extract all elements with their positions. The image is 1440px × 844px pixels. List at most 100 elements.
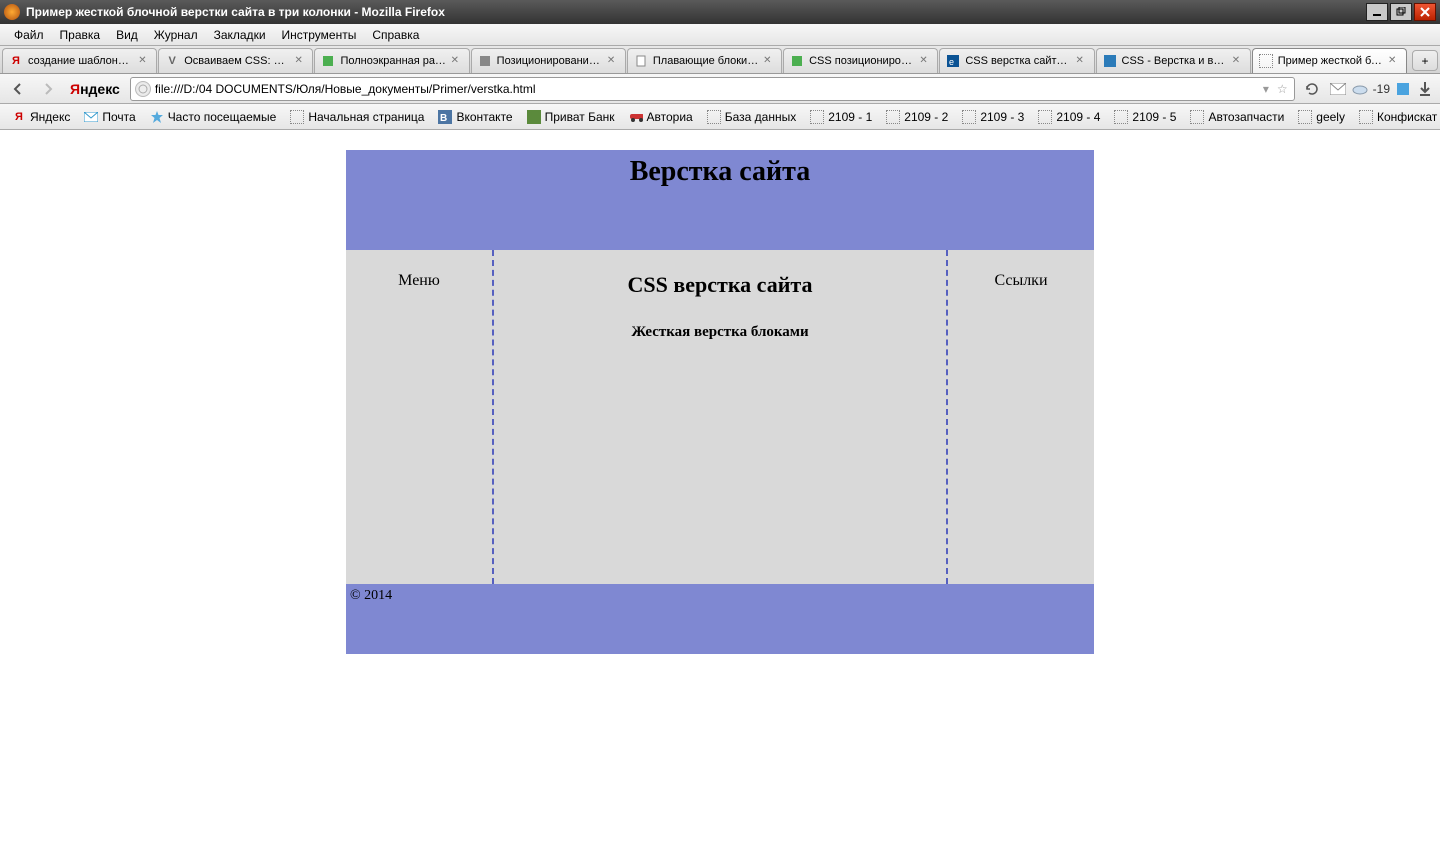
svg-text:B: B — [440, 113, 447, 124]
bookmark-favicon-icon — [1359, 110, 1373, 124]
bookmark-item[interactable]: 2109 - 2 — [880, 107, 954, 127]
bookmark-item[interactable]: 2109 - 1 — [804, 107, 878, 127]
site-header: Верстка сайта — [346, 150, 1094, 250]
menu-history[interactable]: Журнал — [146, 26, 206, 44]
bookmark-item[interactable]: Часто посещаемые — [144, 107, 283, 127]
url-history-dropdown-icon[interactable]: ▾ — [1261, 82, 1271, 96]
bookmark-favicon-icon — [707, 110, 721, 124]
tab-label: CSS верстка сайта - ... — [965, 55, 1071, 67]
bookmark-item[interactable]: База данных — [701, 107, 802, 127]
left-column-title: Меню — [398, 272, 440, 289]
bookmark-item[interactable]: Конфискат судебный — [1353, 107, 1440, 127]
site-right-column: Ссылки — [946, 250, 1094, 584]
tab-close-icon[interactable]: ✕ — [919, 55, 931, 67]
tab-close-icon[interactable]: ✕ — [138, 55, 150, 67]
menu-file[interactable]: Файл — [6, 26, 52, 44]
window-restore-button[interactable] — [1390, 3, 1412, 21]
tab-label: CSS - Верстка и выр... — [1122, 55, 1228, 67]
tab-close-icon[interactable]: ✕ — [1232, 55, 1244, 67]
bookmark-item[interactable]: geely — [1292, 107, 1351, 127]
tab-favicon-icon — [790, 54, 804, 68]
bookmark-item[interactable]: Начальная страница — [284, 107, 430, 127]
site-left-column: Меню — [346, 250, 494, 584]
downloads-icon[interactable] — [1416, 80, 1434, 98]
bookmark-star-icon[interactable]: ☆ — [1275, 82, 1290, 96]
bookmark-item[interactable]: Авториа — [623, 107, 699, 127]
bookmark-favicon-icon — [1298, 110, 1312, 124]
bookmark-label: geely — [1316, 110, 1345, 124]
bookmark-item[interactable]: 2109 - 3 — [956, 107, 1030, 127]
tab-close-icon[interactable]: ✕ — [1076, 55, 1088, 67]
bookmark-label: Конфискат судебный — [1377, 110, 1440, 124]
weather-icon[interactable] — [1351, 80, 1369, 98]
menu-edit[interactable]: Правка — [52, 26, 109, 44]
tab-close-icon[interactable]: ✕ — [1388, 55, 1400, 67]
bookmark-item[interactable]: Автозапчасти — [1184, 107, 1290, 127]
bookmark-item[interactable]: 2109 - 4 — [1032, 107, 1106, 127]
bookmark-toolbar: ЯЯндекс Почта Часто посещаемые Начальная ст… — [0, 104, 1440, 130]
bookmark-label: 2109 - 1 — [828, 110, 872, 124]
menubar: Файл Правка Вид Журнал Закладки Инструме… — [0, 24, 1440, 46]
menu-help[interactable]: Справка — [364, 26, 427, 44]
tab-favicon-icon: V — [165, 54, 179, 68]
tab-favicon-icon: e — [946, 54, 960, 68]
bookmark-favicon-icon — [962, 110, 976, 124]
tab-close-icon[interactable]: ✕ — [294, 55, 306, 67]
tab-close-icon[interactable]: ✕ — [607, 55, 619, 67]
bookmark-favicon-icon — [629, 110, 643, 124]
bookmark-label: База данных — [725, 110, 796, 124]
tab[interactable]: Ясоздание шаблона Fr...✕ — [2, 48, 157, 73]
bookmark-favicon-icon — [886, 110, 900, 124]
tab[interactable]: CSS позиционирова...✕ — [783, 48, 938, 73]
site-columns: Меню CSS верстка сайта Жесткая верстка б… — [346, 250, 1094, 584]
tab[interactable]: Пример жесткой бло...✕ — [1252, 48, 1407, 73]
bookmark-favicon-icon — [1190, 110, 1204, 124]
page-identity-icon[interactable] — [135, 81, 151, 97]
reload-button[interactable] — [1301, 78, 1323, 100]
bookmark-label: Яндекс — [30, 110, 70, 124]
site-footer: © 2014 — [346, 584, 1094, 654]
tab-close-icon[interactable]: ✕ — [763, 55, 775, 67]
url-bar[interactable]: ▾ ☆ — [130, 77, 1295, 101]
tab[interactable]: Плавающие блоки C...✕ — [627, 48, 782, 73]
mail-notifier-icon[interactable] — [1329, 80, 1347, 98]
nav-forward-button[interactable] — [36, 77, 60, 101]
yandex-search-icon[interactable]: Яндекс — [70, 81, 120, 97]
bookmark-item[interactable]: ЯЯндекс — [6, 107, 76, 127]
extension-icon[interactable] — [1394, 80, 1412, 98]
browser-viewport: Верстка сайта Меню CSS верстка сайта Жес… — [0, 130, 1440, 844]
menu-tools[interactable]: Инструменты — [274, 26, 365, 44]
tab[interactable]: Полноэкранная раз...✕ — [314, 48, 469, 73]
bookmark-label: Часто посещаемые — [168, 110, 277, 124]
tab[interactable]: VОсваиваем CSS: ма...✕ — [158, 48, 313, 73]
tab[interactable]: CSS - Верстка и выр... ✕ — [1096, 48, 1251, 73]
bookmark-label: 2109 - 2 — [904, 110, 948, 124]
new-tab-button[interactable]: + — [1412, 50, 1438, 71]
tab[interactable]: e CSS верстка сайта - ... ✕ — [939, 48, 1094, 73]
nav-back-button[interactable] — [6, 77, 30, 101]
url-input[interactable] — [155, 82, 1257, 96]
svg-text:e: e — [949, 57, 954, 67]
bookmark-favicon-icon — [290, 110, 304, 124]
tab[interactable]: Позиционирование б...✕ — [471, 48, 626, 73]
bookmark-item[interactable]: Приват Банк — [521, 107, 621, 127]
tab-favicon-icon — [634, 54, 648, 68]
bookmark-item[interactable]: 2109 - 5 — [1108, 107, 1182, 127]
menu-bookmarks[interactable]: Закладки — [206, 26, 274, 44]
tab-close-icon[interactable]: ✕ — [451, 55, 463, 67]
bookmark-item[interactable]: B Вконтакте — [432, 107, 518, 127]
bookmark-item[interactable]: Почта — [78, 107, 141, 127]
bookmark-label: Почта — [102, 110, 135, 124]
bookmark-label: 2109 - 4 — [1056, 110, 1100, 124]
window-close-button[interactable] — [1414, 3, 1436, 21]
bookmark-label: Вконтакте — [456, 110, 512, 124]
bookmark-label: Начальная страница — [308, 110, 424, 124]
tab-favicon-icon: Я — [9, 54, 23, 68]
bookmark-label: Авториа — [647, 110, 693, 124]
menu-view[interactable]: Вид — [108, 26, 146, 44]
window-minimize-button[interactable] — [1366, 3, 1388, 21]
bookmark-label: 2109 - 5 — [1132, 110, 1176, 124]
bookmark-favicon-icon — [1038, 110, 1052, 124]
tab-favicon-icon — [478, 54, 492, 68]
bookmark-favicon-icon — [150, 110, 164, 124]
